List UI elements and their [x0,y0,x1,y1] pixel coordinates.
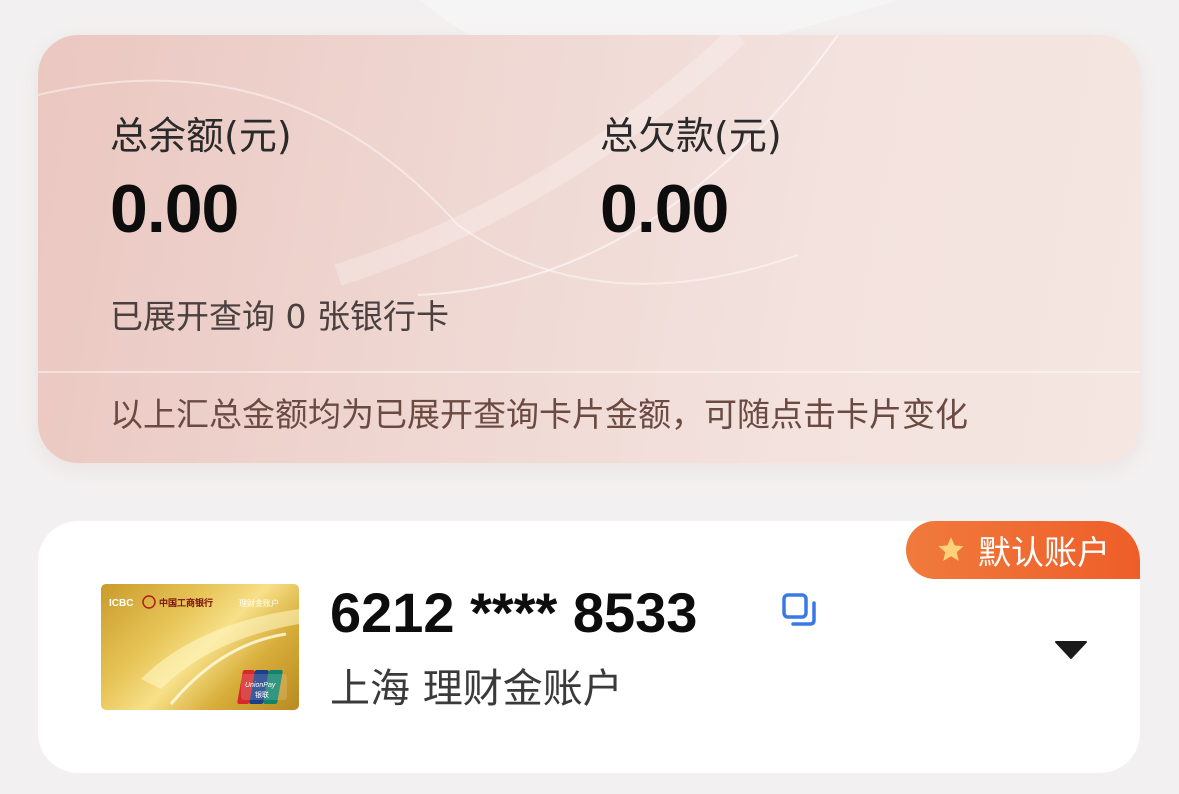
bank-card-image: ICBC 中国工商银行 理财金账户 UnionPay 银联 [101,584,299,710]
bank-short-name: ICBC [109,598,133,609]
star-icon [938,537,964,561]
total-debt: 总欠款(元) 0.00 [600,113,782,245]
expanded-cards-info: 已展开查询 0 张银行卡 [110,297,449,336]
card-number: 6212 **** 8533 [330,581,698,644]
divider [38,371,1140,373]
default-account-badge: 默认账户 [906,521,1140,579]
bank-name: 中国工商银行 [159,597,213,609]
card-network: UnionPay [245,682,276,689]
caret-down-icon[interactable] [1048,631,1094,671]
total-balance-label: 总余额(元) [110,114,292,158]
summary-card: 总余额(元) 0.00 总欠款(元) 0.00 已展开查询 0 张银行卡 以上汇… [38,35,1140,463]
total-balance: 总余额(元) 0.00 [110,113,292,245]
default-account-label: 默认账户 [978,533,1110,572]
copy-icon[interactable] [780,591,820,631]
card-product-name: 理财金账户 [239,598,279,608]
account-card[interactable]: 默认账户 ICBC 中国工商银行 理财金账户 UnionPay 银联 6212 … [38,521,1140,773]
card-network-cn: 银联 [255,690,269,699]
total-debt-label: 总欠款(元) [600,114,782,158]
total-debt-value: 0.00 [600,171,729,247]
account-description: 上海 理财金账户 [330,666,623,712]
total-balance-value: 0.00 [110,171,239,247]
summary-note: 以上汇总金额均为已展开查询卡片金额，可随点击卡片变化 [110,395,968,434]
